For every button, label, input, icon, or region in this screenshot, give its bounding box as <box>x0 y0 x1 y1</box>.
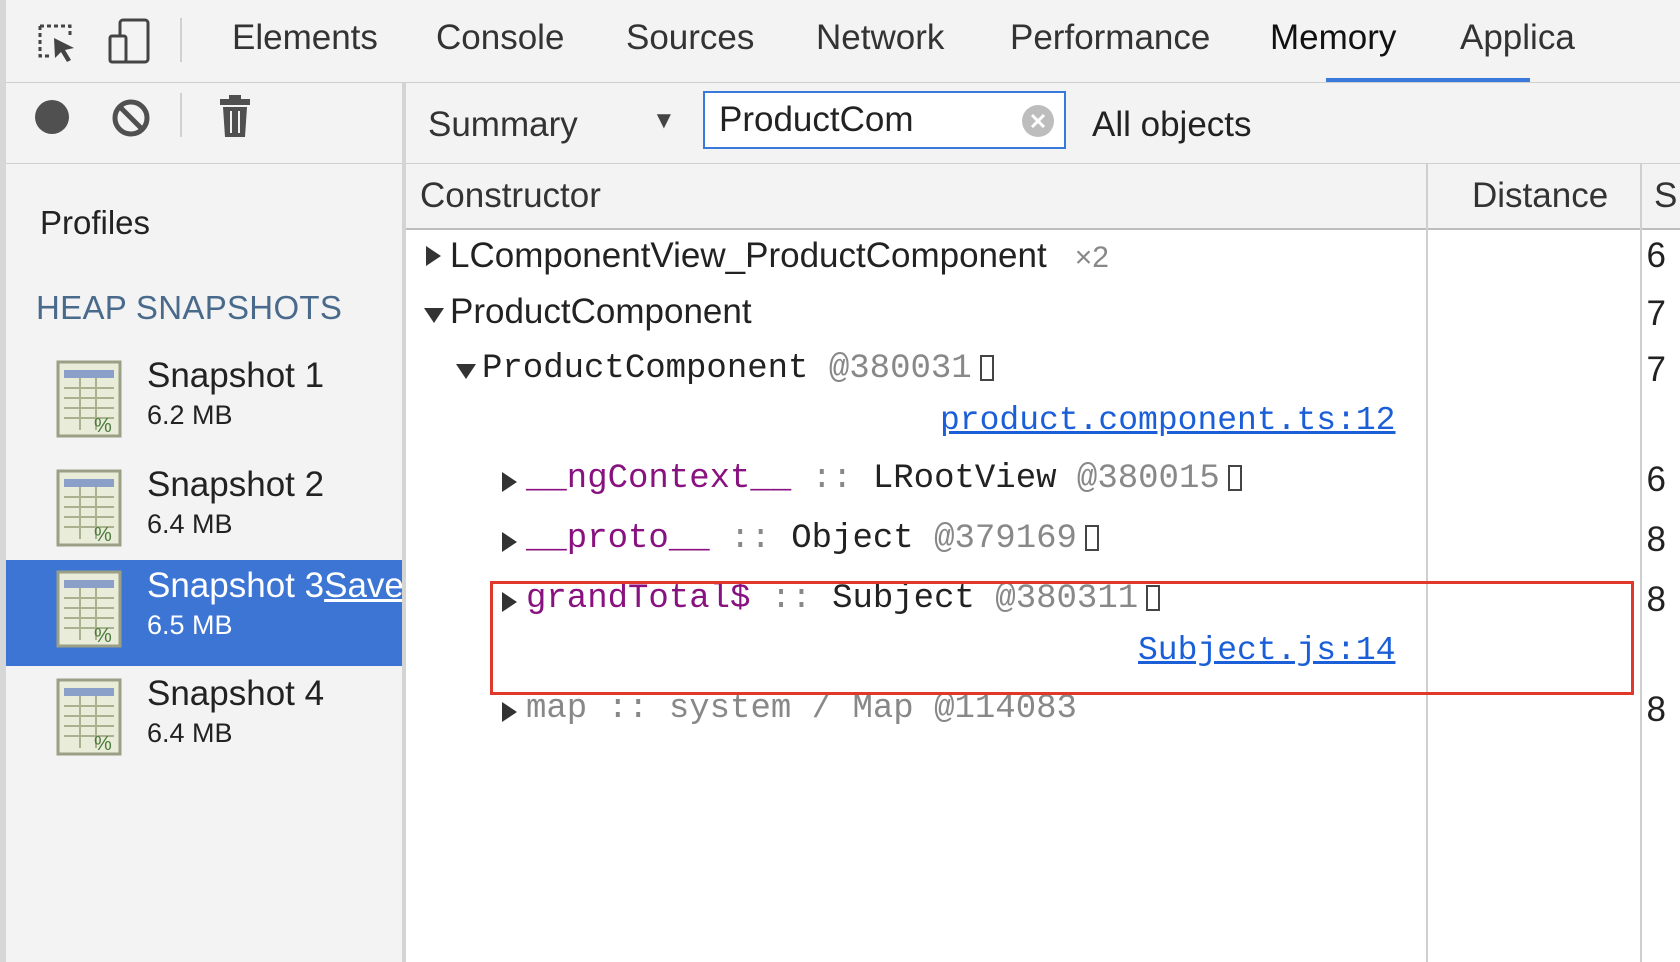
distance-value: 7 <box>1646 350 1666 389</box>
snapshot-size: 6.5 MB <box>147 610 233 640</box>
garbage-collect-icon[interactable] <box>218 93 252 139</box>
heap-snapshots-heading: HEAP SNAPSHOTS <box>36 289 343 326</box>
object-id: @114083 <box>934 690 1077 728</box>
inspect-element-icon[interactable] <box>36 22 80 66</box>
clear-all-icon[interactable] <box>110 97 152 139</box>
column-header-shallow-size[interactable]: S <box>1654 176 1677 216</box>
dropdown-arrow-icon[interactable]: ▼ <box>652 107 676 135</box>
tab-performance[interactable]: Performance <box>1010 18 1210 58</box>
class-filter-box[interactable] <box>703 91 1066 149</box>
save-snapshot-link[interactable]: Save <box>324 566 404 605</box>
profiles-toolbar <box>6 83 402 164</box>
object-id: @379169 <box>934 520 1077 558</box>
separator: :: <box>791 460 873 498</box>
instance-count: ×2 <box>1074 241 1109 274</box>
column-header-constructor[interactable]: Constructor <box>420 176 601 216</box>
svg-text:%: % <box>94 733 112 755</box>
expand-arrow-icon[interactable] <box>426 246 441 266</box>
distance-value: 8 <box>1646 520 1666 559</box>
profiles-label: Profiles <box>40 204 151 241</box>
tab-network[interactable]: Network <box>816 18 944 58</box>
snapshot-name: Snapshot 2 <box>147 465 325 504</box>
snapshot-name: Snapshot 3Save <box>147 566 404 606</box>
table-row[interactable]: __ngContext__ :: LRootView @380015 <box>406 454 1640 510</box>
snapshot-item-2[interactable]: % Snapshot 2 6.4 MB <box>6 459 402 565</box>
column-header-distance[interactable]: Distance <box>1472 176 1608 216</box>
heap-snapshot-icon: % <box>56 678 124 758</box>
snapshot-size: 6.4 MB <box>147 718 233 748</box>
snapshot-size: 6.2 MB <box>147 400 233 430</box>
grid-header: Constructor Distance S <box>406 164 1680 230</box>
clear-filter-icon[interactable] <box>1022 105 1054 137</box>
record-icon[interactable] <box>32 97 72 137</box>
object-type: system / Map <box>668 690 914 728</box>
object-id: @380031 <box>828 350 972 388</box>
tab-memory[interactable]: Memory <box>1270 18 1396 58</box>
table-row[interactable]: LComponentView_ProductComponent ×2 <box>406 228 1640 284</box>
heap-snapshot-icon: % <box>56 570 124 650</box>
toolbar-divider <box>180 93 182 137</box>
distance-value: 7 <box>1646 294 1666 333</box>
store-as-global-icon[interactable] <box>1227 465 1242 491</box>
object-type: Object <box>791 520 914 558</box>
property-name: __ngContext__ <box>526 460 792 498</box>
separator: :: <box>709 520 792 558</box>
view-select[interactable]: Summary <box>428 105 578 145</box>
snapshot-item-3[interactable]: % Snapshot 3Save 6.5 MB <box>6 560 404 666</box>
object-id: @380015 <box>1076 460 1220 498</box>
distance-value: 6 <box>1646 236 1666 275</box>
svg-text:%: % <box>94 625 112 647</box>
expand-arrow-icon[interactable] <box>502 472 517 492</box>
object-type: LRootView <box>872 460 1057 498</box>
scope-select[interactable]: All objects <box>1092 105 1252 145</box>
svg-text:%: % <box>94 524 112 546</box>
expand-arrow-icon[interactable] <box>502 702 517 722</box>
store-as-global-icon[interactable] <box>979 355 994 381</box>
tab-sources[interactable]: Sources <box>626 18 754 58</box>
collapse-arrow-icon[interactable] <box>456 364 476 379</box>
store-as-global-icon[interactable] <box>1084 525 1099 551</box>
distance-value: 8 <box>1646 690 1666 729</box>
table-row[interactable]: __proto__ :: Object @379169 <box>406 514 1640 570</box>
table-row[interactable]: ProductComponent @380031 product.compone… <box>406 342 1640 452</box>
highlight-annotation-box <box>490 581 1634 695</box>
toolbar-divider <box>180 18 182 62</box>
tab-elements[interactable]: Elements <box>232 18 378 58</box>
property-name: map <box>526 690 588 728</box>
table-row[interactable]: ProductComponent <box>406 286 1640 342</box>
object-name: ProductComponent <box>482 350 809 388</box>
svg-text:%: % <box>94 415 112 437</box>
snapshot-size: 6.4 MB <box>147 509 233 539</box>
constructor-name: LComponentView_ProductComponent <box>450 236 1047 275</box>
property-name: __proto__ <box>526 520 710 558</box>
expand-arrow-icon[interactable] <box>502 532 517 552</box>
distance-value: 6 <box>1646 460 1666 499</box>
heap-snapshot-icon: % <box>56 360 124 440</box>
snapshot-name: Snapshot 1 <box>147 356 325 395</box>
heap-snapshot-icon: % <box>56 469 124 549</box>
active-tab-indicator <box>1326 78 1530 82</box>
devtools-tab-bar: Elements Console Sources Network Perform… <box>6 0 1680 83</box>
separator: :: <box>587 690 669 728</box>
snapshot-toolbar: Summary ▼ All objects <box>406 83 1680 164</box>
column-divider <box>1640 164 1642 962</box>
tab-application[interactable]: Applica <box>1460 18 1575 58</box>
snapshot-item-4[interactable]: % Snapshot 4 6.4 MB <box>6 668 402 774</box>
tab-console[interactable]: Console <box>436 18 564 58</box>
device-toolbar-icon[interactable] <box>106 18 154 66</box>
constructor-name: ProductComponent <box>450 292 752 331</box>
class-filter-input[interactable] <box>719 99 999 141</box>
collapse-arrow-icon[interactable] <box>424 308 444 323</box>
profiles-sidebar: Profiles HEAP SNAPSHOTS % Snapshot 1 6.2… <box>6 164 404 962</box>
snapshot-name: Snapshot 4 <box>147 674 325 713</box>
source-link[interactable]: product.component.ts:12 <box>940 402 1395 439</box>
snapshot-name-text: Snapshot 3 <box>147 566 325 605</box>
heap-data-grid: Constructor Distance S LComponentView_Pr… <box>406 164 1680 962</box>
snapshot-item-1[interactable]: % Snapshot 1 6.2 MB <box>6 350 402 456</box>
